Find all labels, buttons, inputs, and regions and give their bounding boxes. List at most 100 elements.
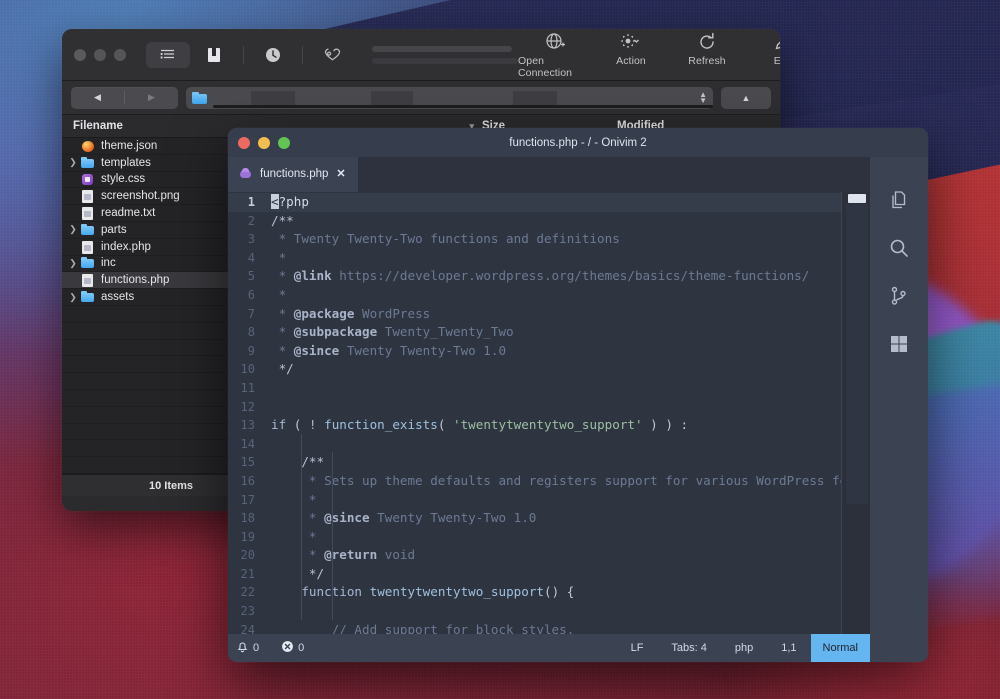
code-line[interactable]: 7 * @package WordPress xyxy=(228,305,870,324)
editor-minimize-button[interactable] xyxy=(258,136,270,149)
code-line[interactable]: 14 xyxy=(228,435,870,454)
code-line[interactable]: 22 function twentytwentytwo_support() { xyxy=(228,583,870,602)
forward-button[interactable]: ▶ xyxy=(125,87,178,109)
toolbar-divider-1 xyxy=(243,45,244,64)
code-line[interactable]: 17 * xyxy=(228,491,870,510)
maximize-button[interactable] xyxy=(114,48,126,61)
line-number: 2 xyxy=(247,213,255,228)
refresh-button[interactable]: Refresh xyxy=(670,30,744,67)
back-button[interactable]: ◀ xyxy=(71,87,124,109)
code-token: ! xyxy=(308,417,317,433)
line-number: 4 xyxy=(247,250,255,265)
cursor-position-status[interactable]: 1,1 xyxy=(767,642,810,654)
path-input[interactable]: ▲ ▼ xyxy=(186,86,713,109)
code-lines[interactable]: 1 <?php 2 /** 3 * Twenty Twenty-Two function… xyxy=(228,192,870,634)
code-text: * @since Twenty Twenty-Two 1.0 xyxy=(271,342,870,361)
source-control-icon[interactable] xyxy=(886,283,912,309)
code-token: ) ) : xyxy=(642,417,689,433)
edit-button[interactable]: Edit xyxy=(746,30,780,67)
onivim-editor-window[interactable]: functions.php - / - Onivim 2 functions.p… xyxy=(228,128,928,662)
bookmark-icon[interactable] xyxy=(192,42,236,68)
indentation-status[interactable]: Tabs: 4 xyxy=(657,642,720,654)
code-line[interactable]: 21 */ xyxy=(228,565,870,584)
code-line[interactable]: 8 * @subpackage Twenty_Twenty_Two xyxy=(228,323,870,342)
expand-chevron-icon[interactable]: ❯ xyxy=(66,157,80,168)
code-token: WordPress xyxy=(354,305,431,321)
navigation-segmented-control: ◀ ▶ xyxy=(71,86,178,109)
favorites-icon[interactable] xyxy=(310,42,354,68)
view-tree-icon[interactable] xyxy=(146,41,190,68)
editor-maximize-button[interactable] xyxy=(278,136,290,149)
editor-activity-bar xyxy=(870,157,928,662)
code-line[interactable]: 4 * xyxy=(228,249,870,268)
code-line[interactable]: 12 xyxy=(228,398,870,417)
path-stepper-icon[interactable]: ▲ ▼ xyxy=(699,90,707,104)
expand-chevron-icon[interactable]: ❯ xyxy=(66,292,80,303)
code-line[interactable]: 13 if ( ! function_exists( 'twentytwentyt… xyxy=(228,416,870,435)
scrollbar-thumb[interactable] xyxy=(848,194,866,203)
notifications-status[interactable]: 0 xyxy=(236,640,259,656)
editor-titlebar: functions.php - / - Onivim 2 xyxy=(228,128,928,157)
line-number: 1 xyxy=(247,195,255,209)
problems-status[interactable]: 0 xyxy=(281,640,304,656)
editor-scrollbar[interactable] xyxy=(842,192,870,634)
line-number: 19 xyxy=(240,529,255,544)
code-line[interactable]: 10 */ xyxy=(228,360,870,379)
open-connection-button[interactable]: Open Connection xyxy=(518,30,592,79)
code-line[interactable]: 11 xyxy=(228,379,870,398)
code-token: 'twentytwentytwo_support' xyxy=(453,417,643,433)
go-up-button[interactable]: ▲ xyxy=(721,86,771,109)
code-line[interactable]: 20 * @return void xyxy=(228,546,870,565)
globe-plus-icon xyxy=(545,32,566,52)
code-line[interactable]: 9 * @since Twenty Twenty-Two 1.0 xyxy=(228,342,870,361)
code-line[interactable]: 1 <?php xyxy=(228,193,870,212)
code-token: @subpackage xyxy=(293,324,378,340)
tab-functions-php[interactable]: functions.php ✕ xyxy=(228,157,358,192)
expand-chevron-icon[interactable]: ❯ xyxy=(66,258,80,269)
indent-guide xyxy=(301,433,303,620)
extensions-icon[interactable] xyxy=(886,331,912,357)
code-text: */ xyxy=(271,360,870,379)
search-icon[interactable] xyxy=(886,235,912,261)
code-line[interactable]: 6 * xyxy=(228,286,870,305)
code-line[interactable]: 3 * Twenty Twenty-Two functions and defi… xyxy=(228,230,870,249)
file-manager-titlebar: Open Connection Action Refresh E xyxy=(62,29,780,81)
line-number: 12 xyxy=(240,399,255,414)
tab-close-icon[interactable]: ✕ xyxy=(336,167,345,180)
file-name-label: theme.json xyxy=(101,139,158,152)
history-clock-icon[interactable] xyxy=(251,42,295,68)
code-line[interactable]: 18 * @since Twenty Twenty-Two 1.0 xyxy=(228,509,870,528)
code-token: * xyxy=(271,510,325,526)
editor-traffic-lights xyxy=(238,136,290,149)
code-line[interactable]: 16 * Sets up theme defaults and register… xyxy=(228,472,870,491)
code-token: * xyxy=(271,342,294,358)
code-token: @since xyxy=(293,342,340,358)
code-line[interactable]: 19 * xyxy=(228,528,870,547)
redacted-path xyxy=(213,90,713,108)
code-text: * xyxy=(271,491,870,510)
editor-close-button[interactable] xyxy=(238,136,250,149)
code-token: */ xyxy=(271,565,325,581)
language-mode-status[interactable]: php xyxy=(721,642,767,654)
close-button[interactable] xyxy=(74,48,86,61)
image-file-icon xyxy=(80,189,95,204)
line-number: 18 xyxy=(240,511,255,526)
explorer-files-icon[interactable] xyxy=(886,187,912,213)
code-editor-area[interactable]: 1 <?php 2 /** 3 * Twenty Twenty-Two function… xyxy=(228,192,870,634)
refresh-label: Refresh xyxy=(688,55,726,67)
line-ending-status[interactable]: LF xyxy=(617,642,658,654)
code-line[interactable]: 24 // Add support for block styles. xyxy=(228,621,870,634)
code-line[interactable]: 23 xyxy=(228,602,870,621)
expand-chevron-icon[interactable]: ❯ xyxy=(66,224,80,235)
code-token: /** xyxy=(271,454,325,470)
code-line[interactable]: 15 /** xyxy=(228,453,870,472)
action-button[interactable]: Action xyxy=(594,30,668,67)
editor-body: functions.php ✕ 1 <?php 2 /** 3 * Twenty Twe… xyxy=(228,157,928,662)
code-line[interactable]: 5 * @link https://developer.wordpress.or… xyxy=(228,267,870,286)
minimize-button[interactable] xyxy=(94,48,106,61)
editor-minimap[interactable] xyxy=(846,204,868,504)
line-number: 15 xyxy=(240,455,255,470)
problems-count: 0 xyxy=(298,642,305,654)
code-line[interactable]: 2 /** xyxy=(228,212,870,231)
editor-main-pane: functions.php ✕ 1 <?php 2 /** 3 * Twenty Twe… xyxy=(228,157,870,662)
